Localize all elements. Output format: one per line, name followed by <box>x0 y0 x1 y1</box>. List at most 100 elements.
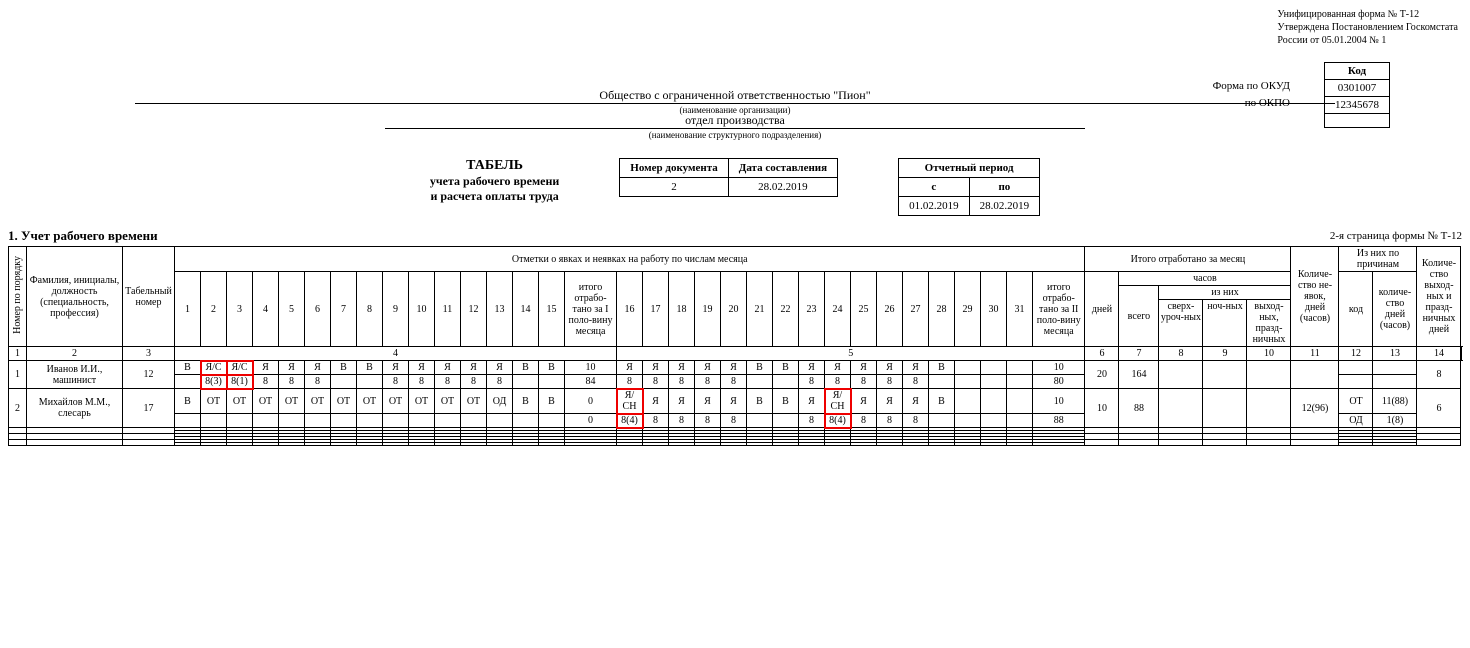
day-code <box>1007 361 1033 375</box>
period-to-label: по <box>969 178 1040 197</box>
reason-code: ОД <box>1339 414 1373 428</box>
reason-code <box>1339 361 1373 375</box>
title-1: ТАБЕЛЬ <box>430 158 559 174</box>
title-2: учета рабочего времени <box>430 174 559 189</box>
cn4: 4 <box>175 347 617 361</box>
day-hours: 8 <box>279 375 305 389</box>
day-code: Я <box>903 361 929 375</box>
cn1: 1 <box>9 347 27 361</box>
day-code: ОТ <box>305 389 331 414</box>
day-hours <box>201 414 227 428</box>
doc-table: Номер документа Дата составления 2 28.02… <box>619 158 838 197</box>
h-col2: Фамилия, инициалы, должность (специально… <box>27 247 123 347</box>
period-to: 28.02.2019 <box>969 197 1040 216</box>
h-d10: 10 <box>409 272 435 347</box>
reason-qty <box>1373 375 1417 389</box>
row-num: 1 <box>9 361 27 389</box>
h-total: всего <box>1119 286 1159 347</box>
h-marks: Отметки о явках и неявках на работу по ч… <box>175 247 1085 272</box>
day-hours: 8(4) <box>825 414 851 428</box>
cn6: 6 <box>1085 347 1119 361</box>
day-hours: 8 <box>851 414 877 428</box>
day-code: Я <box>409 361 435 375</box>
day-hours: 8 <box>877 414 903 428</box>
reason-code <box>1339 375 1373 389</box>
day-code: Я <box>305 361 331 375</box>
form-line3: России от 05.01.2004 № 1 <box>1277 34 1458 47</box>
day-hours <box>175 375 201 389</box>
day-hours: 8 <box>643 375 669 389</box>
half1-hours: 0 <box>565 414 617 428</box>
h-d31: 31 <box>1007 272 1033 347</box>
day-hours: 8(1) <box>227 375 253 389</box>
day-hours <box>747 375 773 389</box>
holiday-hours <box>1247 389 1291 428</box>
day-hours <box>435 414 461 428</box>
period-from: 01.02.2019 <box>899 197 970 216</box>
day-hours: 8 <box>305 375 331 389</box>
h-d22: 22 <box>773 272 799 347</box>
day-hours: 8 <box>721 414 747 428</box>
half1-code: 0 <box>565 389 617 414</box>
page-note: 2-я страница формы № Т-12 <box>8 230 1462 242</box>
day-code <box>955 361 981 375</box>
form-header: Унифицированная форма № Т-12 Утверждена … <box>1277 8 1458 47</box>
cn9: 9 <box>1203 347 1247 361</box>
day-hours <box>253 414 279 428</box>
day-hours: 8 <box>799 375 825 389</box>
row-tabnum: 17 <box>123 389 175 428</box>
day-code: В <box>773 361 799 375</box>
day-hours <box>175 414 201 428</box>
day-code: В <box>929 361 955 375</box>
absences: 12(96) <box>1291 389 1339 428</box>
day-hours: 8 <box>695 375 721 389</box>
h-half1: итого отрабо-тано за I поло-вину месяца <box>565 272 617 347</box>
holiday-hours <box>1247 361 1291 389</box>
h-d14: 14 <box>513 272 539 347</box>
row-num: 2 <box>9 389 27 428</box>
h-hol: выход-ных, празд-ничных <box>1247 300 1290 346</box>
day-code: Я <box>721 361 747 375</box>
cn13: 13 <box>1373 347 1417 361</box>
day-code: Я <box>799 361 825 375</box>
day-code: Я <box>253 361 279 375</box>
h-ofthem: из них <box>1159 286 1290 300</box>
day-code: Я <box>695 361 721 375</box>
docnum: 2 <box>620 178 728 197</box>
day-code: Я <box>669 361 695 375</box>
day-hours: 8 <box>253 375 279 389</box>
day-hours <box>227 414 253 428</box>
form-line2: Утверждена Постановлением Госкомстата <box>1277 21 1458 34</box>
h-code: код <box>1339 272 1373 347</box>
h-d17: 17 <box>643 272 669 347</box>
day-hours <box>981 375 1007 389</box>
day-hours: 8 <box>643 414 669 428</box>
day-hours <box>305 414 331 428</box>
day-hours: 8 <box>435 375 461 389</box>
h-d12: 12 <box>461 272 487 347</box>
h-d9: 9 <box>383 272 409 347</box>
day-hours: 8 <box>617 375 643 389</box>
h-d6: 6 <box>305 272 331 347</box>
cn11: 11 <box>1291 347 1339 361</box>
h-d8: 8 <box>357 272 383 347</box>
absences <box>1291 361 1339 389</box>
h-d26: 26 <box>877 272 903 347</box>
reason-qty: 11(88) <box>1373 389 1417 414</box>
day-code: ОТ <box>227 389 253 414</box>
day-hours <box>955 414 981 428</box>
h-abs: Количе-ство не-явок, дней (часов) <box>1291 247 1339 347</box>
cn8: 8 <box>1159 347 1203 361</box>
day-hours <box>383 414 409 428</box>
day-hours: 8 <box>461 375 487 389</box>
day-code: Я <box>279 361 305 375</box>
day-code: ОТ <box>279 389 305 414</box>
day-code: В <box>539 361 565 375</box>
row-name: Иванов И.И., машинист <box>27 361 123 389</box>
h-d20: 20 <box>721 272 747 347</box>
day-hours: 8 <box>903 414 929 428</box>
day-code: Я <box>851 361 877 375</box>
cn2: 2 <box>27 347 123 361</box>
day-code: Я <box>617 361 643 375</box>
month-total: 88 <box>1119 389 1159 428</box>
